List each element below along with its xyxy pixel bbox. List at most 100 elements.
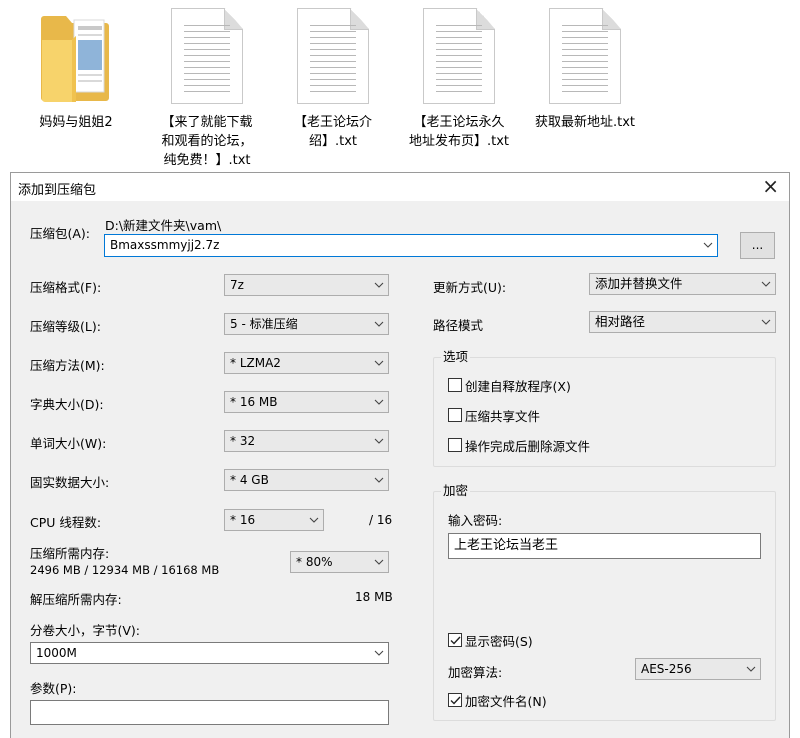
file-name: 【来了就能下载 和观看的论坛， 纯免费！】.txt bbox=[161, 115, 253, 168]
file-item-txt[interactable]: 获取最新地址.txt bbox=[525, 0, 645, 172]
checkbox-box bbox=[448, 438, 462, 452]
file-name: 【老王论坛永久 地址发布页】.txt bbox=[408, 115, 510, 149]
compress-shared-checkbox[interactable]: 压缩共享文件 bbox=[448, 406, 540, 424]
volume-size-value: 1000M bbox=[36, 646, 77, 660]
checkbox-box bbox=[448, 378, 462, 392]
encryption-method-label: 加密算法: bbox=[448, 665, 503, 680]
chevron-down-icon bbox=[370, 431, 388, 451]
dialog-title: 添加到压缩包 bbox=[18, 183, 97, 198]
chevron-down-icon[interactable] bbox=[699, 235, 717, 255]
checkbox-box bbox=[448, 633, 462, 647]
chevron-down-icon bbox=[370, 552, 388, 572]
file-item-txt[interactable]: 【来了就能下载 和观看的论坛， 纯免费！】.txt bbox=[147, 0, 267, 172]
method-select[interactable]: * LZMA2 bbox=[224, 352, 389, 374]
browse-button[interactable]: ... bbox=[740, 232, 775, 259]
options-group-title: 选项 bbox=[441, 349, 471, 365]
decompress-memory-value: 18 MB bbox=[355, 590, 393, 604]
update-mode-select[interactable]: 添加并替换文件 bbox=[589, 273, 776, 295]
chevron-down-icon bbox=[370, 353, 388, 373]
level-value: 5 - 标准压缩 bbox=[230, 317, 298, 331]
dictionary-select[interactable]: * 16 MB bbox=[224, 391, 389, 413]
volume-size-label: 分卷大小，字节(V): bbox=[30, 623, 141, 638]
checkbox-box bbox=[448, 693, 462, 707]
archive-path: D:\新建文件夹\vam\ bbox=[105, 218, 222, 233]
word-size-label: 单词大小(W): bbox=[30, 436, 107, 451]
path-mode-select[interactable]: 相对路径 bbox=[589, 311, 776, 333]
parameters-input[interactable] bbox=[30, 700, 389, 725]
format-label: 压缩格式(F): bbox=[30, 280, 102, 295]
checkmark-icon bbox=[450, 636, 461, 645]
options-group: 选项 创建自释放程序(X) 压缩共享文件 操作完成后删除源文件 bbox=[433, 349, 776, 467]
path-mode-value: 相对路径 bbox=[595, 314, 646, 329]
word-size-value: * 32 bbox=[230, 434, 256, 448]
encrypt-filenames-checkbox[interactable]: 加密文件名(N) bbox=[448, 691, 547, 709]
format-value: 7z bbox=[230, 278, 244, 292]
dictionary-label: 字典大小(D): bbox=[30, 397, 104, 412]
level-select[interactable]: 5 - 标准压缩 bbox=[224, 313, 389, 335]
file-name: 【老王论坛介 绍】.txt bbox=[293, 115, 372, 149]
cpu-threads-select[interactable]: * 16 bbox=[224, 509, 324, 531]
file-item-folder[interactable]: 妈妈与姐姐2 bbox=[16, 0, 136, 172]
show-password-checkbox[interactable]: 显示密码(S) bbox=[448, 631, 533, 649]
level-label: 压缩等级(L): bbox=[30, 319, 101, 334]
compress-memory-label: 压缩所需内存: bbox=[30, 546, 110, 561]
add-to-archive-dialog: 添加到压缩包 × 压缩包(A): D:\新建文件夹\vam\ Bmaxssmmy… bbox=[10, 172, 790, 738]
word-size-select[interactable]: * 32 bbox=[224, 430, 389, 452]
method-label: 压缩方法(M): bbox=[30, 358, 105, 373]
file-item-txt[interactable]: 【老王论坛介 绍】.txt bbox=[273, 0, 393, 172]
cpu-threads-value: * 16 bbox=[230, 513, 256, 527]
text-file-icon bbox=[297, 8, 369, 104]
checkmark-icon bbox=[450, 696, 461, 705]
solid-block-value: * 4 GB bbox=[230, 473, 269, 487]
encryption-group-title: 加密 bbox=[441, 483, 471, 499]
solid-block-label: 固实数据大小: bbox=[30, 475, 110, 490]
encrypt-filenames-label: 加密文件名(N) bbox=[465, 693, 547, 709]
method-value: * LZMA2 bbox=[230, 356, 281, 370]
password-label: 输入密码: bbox=[448, 513, 503, 528]
chevron-down-icon bbox=[757, 274, 775, 294]
volume-size-combo[interactable]: 1000M bbox=[30, 642, 389, 664]
file-name: 妈妈与姐姐2 bbox=[39, 115, 113, 130]
cpu-threads-label: CPU 线程数: bbox=[30, 515, 102, 530]
memory-usage-value: * 80% bbox=[296, 555, 333, 569]
password-input[interactable]: 上老王论坛当老王 bbox=[448, 533, 761, 559]
text-file-icon bbox=[549, 8, 621, 104]
update-mode-label: 更新方式(U): bbox=[433, 280, 507, 295]
update-mode-value: 添加并替换文件 bbox=[595, 276, 683, 291]
archive-label: 压缩包(A): bbox=[30, 226, 91, 241]
decompress-memory-label: 解压缩所需内存: bbox=[30, 592, 122, 607]
create-sfx-label: 创建自释放程序(X) bbox=[465, 378, 571, 394]
solid-block-select[interactable]: * 4 GB bbox=[224, 469, 389, 491]
create-sfx-checkbox[interactable]: 创建自释放程序(X) bbox=[448, 376, 571, 394]
show-password-label: 显示密码(S) bbox=[465, 633, 533, 649]
chevron-down-icon bbox=[370, 392, 388, 412]
folder-icon bbox=[40, 10, 112, 105]
text-file-icon bbox=[171, 8, 243, 104]
close-icon[interactable]: × bbox=[762, 175, 779, 197]
compress-shared-label: 压缩共享文件 bbox=[465, 408, 541, 424]
chevron-down-icon bbox=[370, 470, 388, 490]
file-item-txt[interactable]: 【老王论坛永久 地址发布页】.txt bbox=[399, 0, 519, 172]
chevron-down-icon bbox=[305, 510, 323, 530]
encryption-method-value: AES-256 bbox=[641, 662, 692, 676]
archive-name-combo[interactable]: Bmaxssmmyjj2.7z bbox=[104, 234, 718, 257]
chevron-down-icon bbox=[757, 312, 775, 332]
chevron-down-icon[interactable] bbox=[370, 643, 388, 663]
chevron-down-icon bbox=[370, 275, 388, 295]
chevron-down-icon bbox=[370, 314, 388, 334]
dialog-titlebar: 添加到压缩包 × bbox=[11, 173, 789, 201]
text-file-icon bbox=[423, 8, 495, 104]
delete-after-checkbox[interactable]: 操作完成后删除源文件 bbox=[448, 436, 590, 454]
format-select[interactable]: 7z bbox=[224, 274, 389, 296]
cpu-threads-max: / 16 bbox=[369, 513, 393, 527]
path-mode-label: 路径模式 bbox=[433, 318, 484, 333]
delete-after-label: 操作完成后删除源文件 bbox=[465, 438, 591, 454]
encryption-method-select[interactable]: AES-256 bbox=[635, 658, 761, 680]
encryption-group: 加密 输入密码: 上老王论坛当老王 显示密码(S) 加密算法: AES-256 … bbox=[433, 483, 776, 721]
dictionary-value: * 16 MB bbox=[230, 395, 278, 409]
compress-memory-detail: 2496 MB / 12934 MB / 16168 MB bbox=[30, 563, 220, 577]
parameters-label: 参数(P): bbox=[30, 681, 77, 696]
checkbox-box bbox=[448, 408, 462, 422]
file-name: 获取最新地址.txt bbox=[534, 115, 636, 130]
memory-usage-select[interactable]: * 80% bbox=[290, 551, 389, 573]
